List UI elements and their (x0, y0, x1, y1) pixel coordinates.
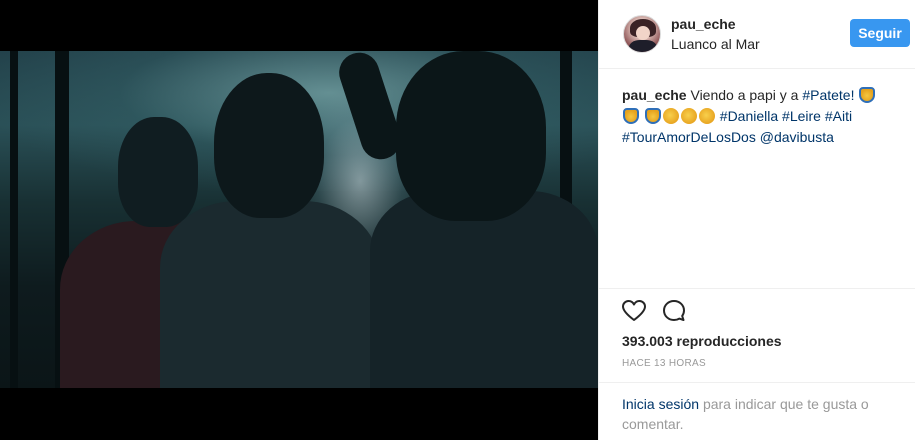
login-link[interactable]: Inicia sesión (622, 396, 699, 412)
raising-hands-emoji (623, 108, 639, 124)
comment-icon[interactable] (661, 298, 687, 324)
clapping-hands-emoji (680, 108, 697, 124)
avatar-body (629, 40, 657, 52)
child-silhouette-body (160, 201, 380, 388)
view-count: 393.003 reproducciones (622, 333, 782, 349)
video-player[interactable] (0, 51, 598, 388)
raising-hands-emoji (859, 87, 876, 103)
hashtag-leire[interactable]: #Leire (782, 108, 821, 124)
raising-hands-emoji (644, 108, 661, 124)
login-divider (599, 382, 915, 383)
follow-button[interactable]: Seguir (850, 19, 910, 47)
caption-mention[interactable]: #Patete! (802, 87, 854, 103)
username-link[interactable]: pau_eche (671, 16, 736, 32)
avatar-face (636, 26, 650, 40)
location-link[interactable]: Luanco al Mar (671, 36, 760, 52)
post-info-panel: pau_eche Luanco al Mar Seguir pau_eche V… (598, 0, 915, 440)
caption-text: Viendo a papi y a (690, 87, 799, 103)
caption-mention[interactable]: @davibusta (760, 129, 834, 145)
clapping-hands-emoji (662, 108, 679, 124)
heart-icon[interactable] (621, 298, 647, 324)
post-caption: pau_eche Viendo a papi y a #Patete! #Dan… (622, 85, 892, 148)
clapping-hands-emoji (698, 108, 715, 124)
child-silhouette-head (214, 73, 324, 218)
caption-username[interactable]: pau_eche (622, 87, 687, 103)
hashtag-aiti[interactable]: #Aiti (825, 108, 852, 124)
child-silhouette-head (118, 117, 198, 227)
avatar[interactable] (623, 15, 661, 53)
stage-pole (10, 51, 18, 388)
video-panel[interactable] (0, 0, 598, 440)
login-prompt: Inicia sesión para indicar que te gusta … (622, 394, 892, 434)
hashtag-daniella[interactable]: #Daniella (720, 108, 778, 124)
post-timestamp[interactable]: HACE 13 HORAS (622, 358, 706, 369)
hashtag-tour[interactable]: #TourAmorDeLosDos (622, 129, 756, 145)
post-header: pau_eche Luanco al Mar Seguir (599, 0, 915, 69)
child-silhouette-head (396, 51, 546, 221)
actions-divider (599, 288, 915, 289)
